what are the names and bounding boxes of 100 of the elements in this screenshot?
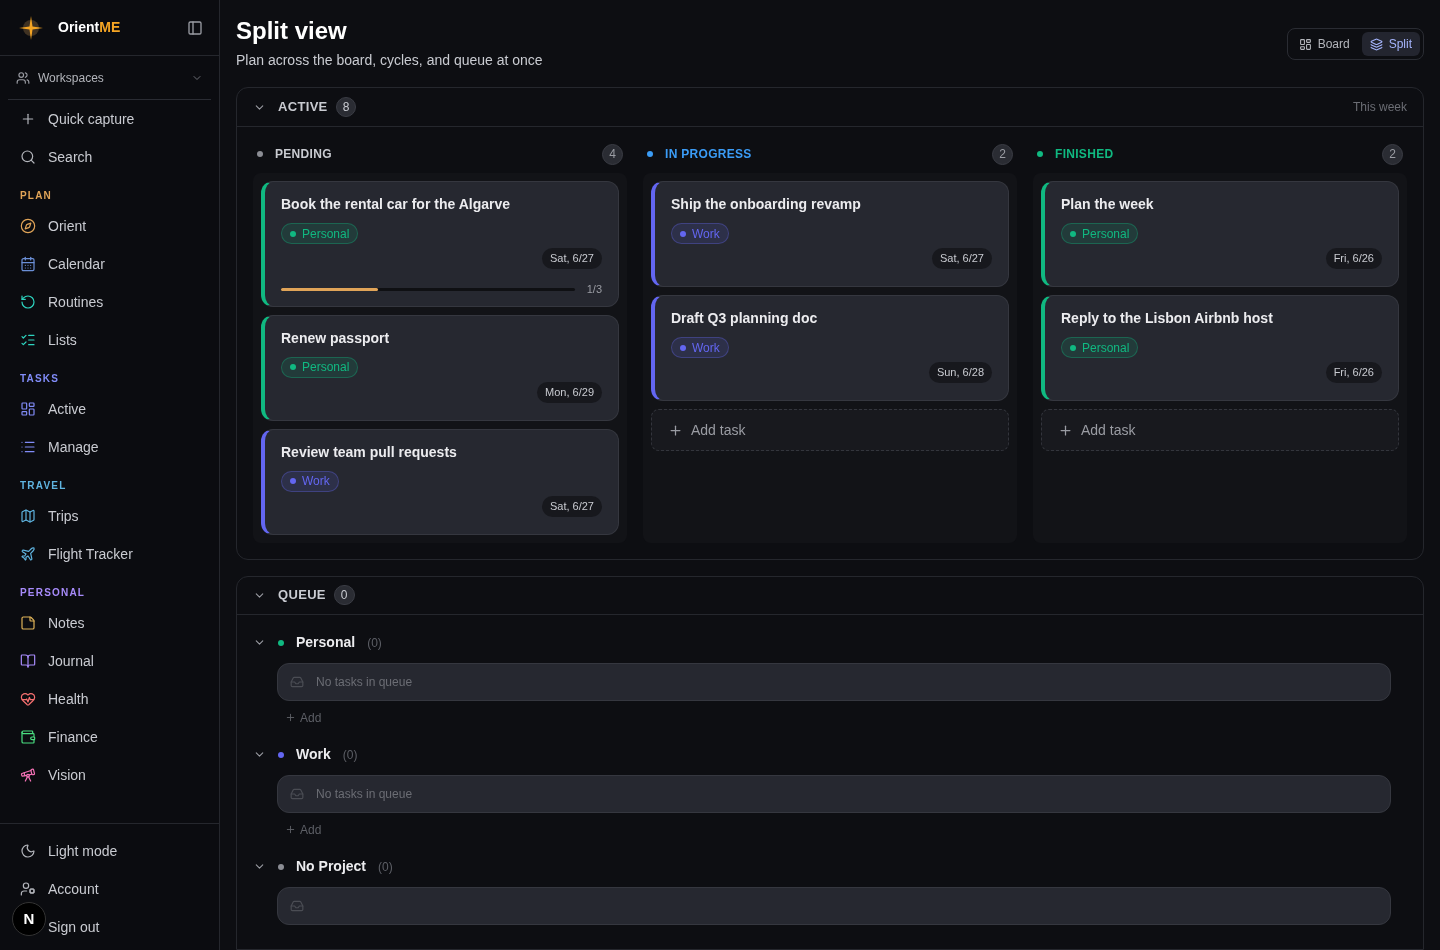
users-icon [16, 70, 30, 85]
sidebar-item[interactable]: Trips [0, 497, 219, 535]
count-badge: 2 [1382, 143, 1403, 165]
due-date: Sun, 6/28 [928, 362, 992, 383]
plus-icon [1058, 422, 1073, 438]
group-count: (0) [342, 746, 358, 764]
due-date: Fri, 6/26 [1325, 248, 1382, 269]
project-tag: Personal [1061, 223, 1139, 244]
sidebar-item[interactable]: Light mode [0, 832, 219, 870]
plus-icon [668, 422, 683, 438]
search-icon [20, 149, 36, 165]
empty-message: No tasks in queue [316, 785, 413, 803]
dev-tools-badge[interactable]: N [12, 902, 46, 936]
inbox-icon [290, 898, 304, 913]
plane-icon [20, 546, 36, 562]
collapse-sidebar-icon[interactable] [187, 19, 203, 36]
inbox-icon [290, 674, 304, 689]
sidebar-item[interactable]: Routines [0, 283, 219, 321]
task-title: Plan the week [1061, 195, 1155, 214]
sidebar-item[interactable]: Health [0, 680, 219, 718]
plus-icon [285, 824, 296, 835]
project-tag: Work [671, 223, 729, 244]
task-card[interactable]: Reply to the Lisbon Airbnb host Personal Fri, 6/26 [1041, 295, 1399, 401]
refresh-icon [20, 294, 36, 310]
plus-icon [20, 111, 36, 127]
view-tab[interactable]: Split [1361, 32, 1420, 56]
due-date: Sat, 6/27 [541, 248, 602, 269]
sidebar-item[interactable]: Lists [0, 321, 219, 359]
project-tag: Personal [281, 223, 359, 244]
task-card[interactable]: Plan the week Personal Fri, 6/26 [1041, 181, 1399, 287]
telescope-icon [20, 767, 36, 783]
task-title: Book the rental car for the Algarve [281, 195, 511, 214]
inbox-icon [290, 786, 304, 801]
layers-icon [1369, 37, 1383, 51]
plus-icon [285, 712, 296, 723]
sidebar-item[interactable]: Finance [0, 718, 219, 756]
project-tag: Personal [281, 356, 359, 378]
project-tag: Work [671, 337, 729, 358]
list-icon [20, 439, 36, 455]
sidebar-item[interactable]: Vision [0, 756, 219, 794]
task-title: Reply to the Lisbon Airbnb host [1061, 309, 1274, 328]
workspace-selector[interactable]: Workspaces [8, 56, 211, 100]
user-icon [20, 881, 36, 897]
wallet-icon [20, 729, 36, 745]
sidebar-item[interactable]: Manage [0, 428, 219, 466]
calendar-icon [20, 256, 36, 272]
task-title: Review team pull requests [281, 442, 458, 462]
map-icon [20, 508, 36, 524]
project-tag: Personal [1061, 337, 1139, 358]
due-date: Sat, 6/27 [931, 248, 992, 269]
section-heading: TRAVEL [19, 479, 68, 493]
moon-icon [20, 843, 36, 859]
group-title: No Project [296, 857, 366, 876]
group-title: Work [296, 745, 331, 764]
section-heading: PERSONAL [19, 586, 87, 600]
due-date: Mon, 6/29 [537, 381, 602, 403]
task-card[interactable]: Review team pull requests Work Sat, 6/27 [261, 428, 619, 535]
add-task-button[interactable]: Add task [1041, 409, 1399, 451]
sidebar-item[interactable]: Orient [0, 207, 219, 245]
sidebar-item[interactable]: Calendar [0, 245, 219, 283]
section-heading: TASKS [19, 372, 61, 386]
task-card[interactable]: Book the rental car for the Algarve Personal Sat, 6/27 1/3 [261, 181, 619, 307]
due-date: Fri, 6/26 [1325, 362, 1382, 383]
count-badge: 8 [335, 97, 357, 117]
task-card[interactable]: Renew passport Personal Mon, 6/29 [261, 314, 619, 421]
task-title: Draft Q3 planning doc [671, 309, 819, 328]
project-tag: Work [281, 470, 339, 492]
heart-pulse-icon [20, 691, 36, 707]
empty-message: No tasks in queue [316, 673, 413, 691]
task-title: Renew passport [281, 328, 391, 348]
section-heading: PLAN [19, 189, 54, 203]
group-count: (0) [378, 858, 393, 876]
grid-icon [1298, 37, 1312, 51]
sidebar-item[interactable]: Active [0, 390, 219, 428]
task-title: Ship the onboarding revamp [671, 195, 862, 214]
sidebar-item[interactable]: Quick capture [0, 100, 219, 138]
brand-name: OrientME [58, 18, 121, 37]
book-icon [20, 653, 36, 669]
sidebar-item[interactable]: Journal [0, 642, 219, 680]
sidebar-item[interactable]: Notes [0, 604, 219, 642]
count-badge: 0 [333, 585, 355, 605]
count-badge: 2 [992, 143, 1013, 165]
column-title: IN PROGRESS [665, 146, 752, 163]
compass-icon [20, 218, 36, 234]
column-title: FINISHED [1055, 146, 1114, 163]
progress-count: 1/3 [586, 282, 602, 297]
column-title: PENDING [275, 146, 332, 163]
sidebar-item[interactable]: Flight Tracker [0, 535, 219, 573]
note-icon [20, 615, 36, 631]
task-card[interactable]: Draft Q3 planning doc Work Sun, 6/28 [651, 295, 1009, 401]
view-tab[interactable]: Board [1290, 32, 1358, 56]
grid-icon [20, 401, 36, 417]
sidebar-item[interactable]: Search [0, 138, 219, 176]
panel-title: QUEUE [278, 586, 326, 605]
due-date: Sat, 6/27 [541, 495, 602, 517]
group-title: Personal [296, 633, 356, 652]
range-label: This week [1352, 99, 1407, 116]
add-task-button[interactable]: Add task [651, 409, 1009, 451]
page-title: Split view [236, 16, 348, 46]
task-card[interactable]: Ship the onboarding revamp Work Sat, 6/27 [651, 181, 1009, 287]
